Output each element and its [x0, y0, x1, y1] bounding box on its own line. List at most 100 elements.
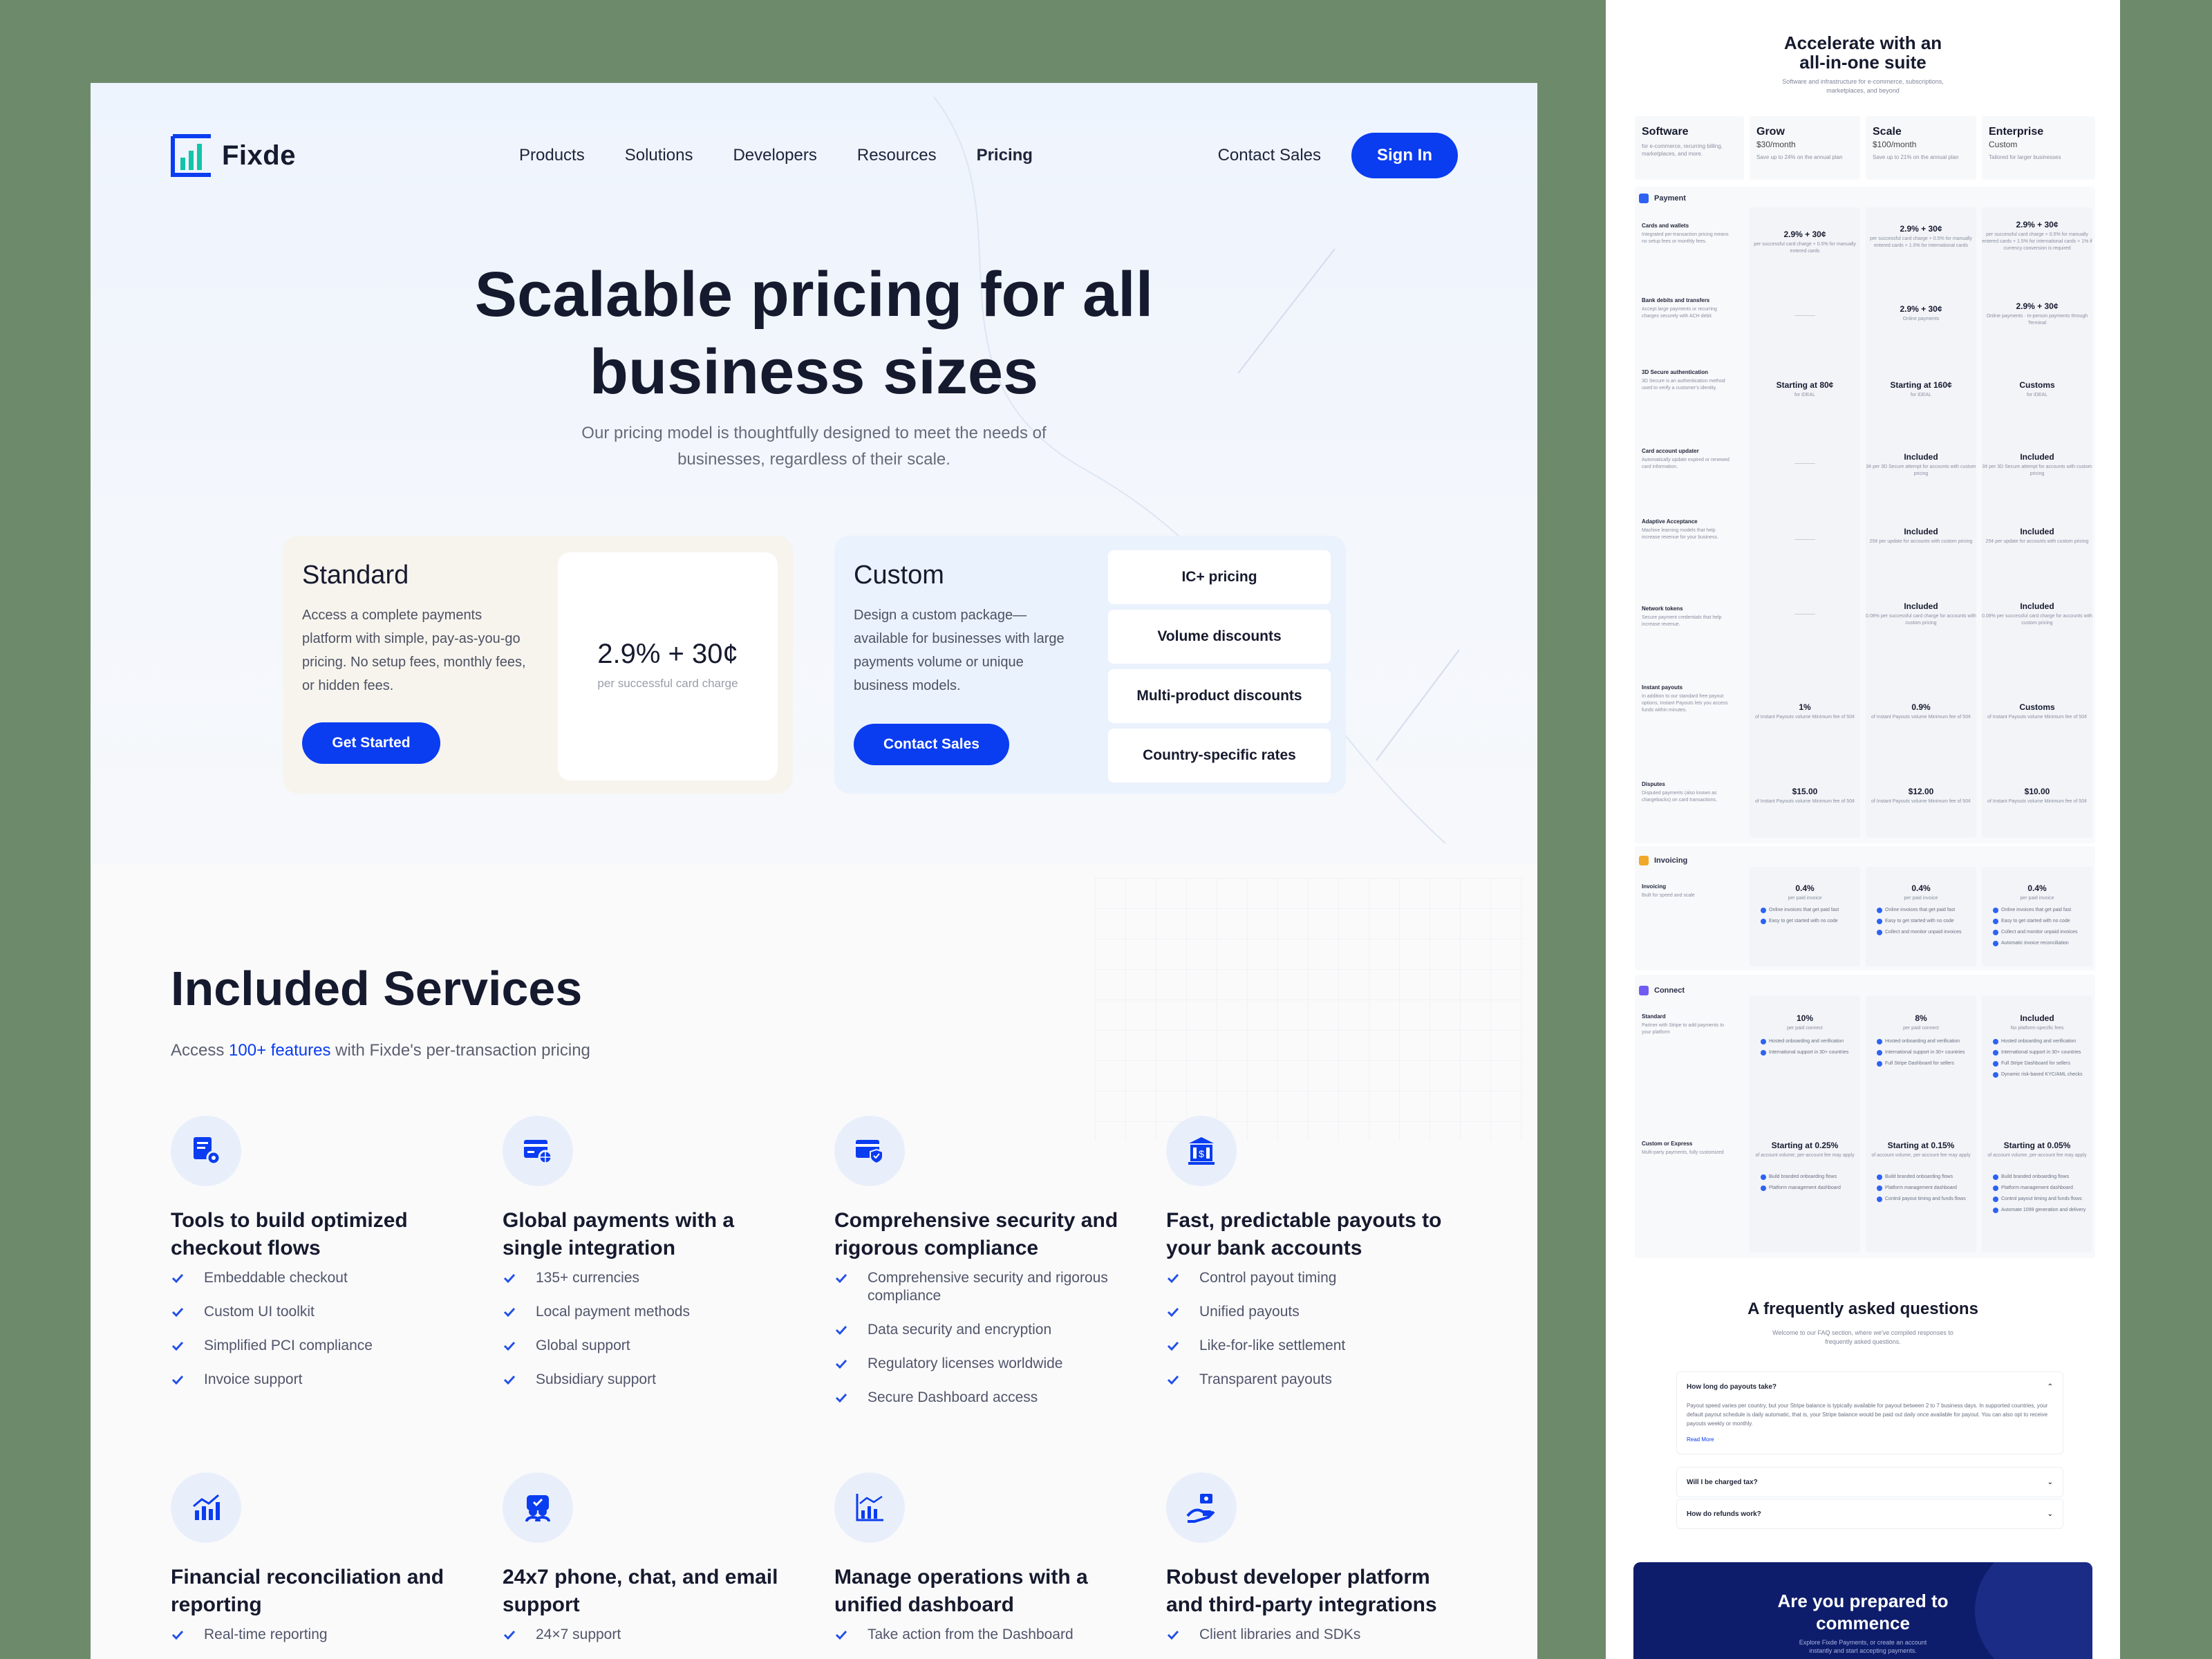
row-desc: Partner with Stripe to add payments to y… — [1642, 1023, 1725, 1035]
row-title: Network tokens — [1642, 606, 1683, 612]
service-payouts: $ Fast, predictable payouts to your bank… — [1166, 1116, 1456, 1405]
check-icon — [503, 1337, 522, 1355]
features-link[interactable]: 100+ features — [229, 1041, 330, 1060]
list-item: Platform management dashboard — [1877, 1185, 1980, 1191]
cell-note: of account volume, per-account fee may a… — [1755, 1153, 1855, 1158]
standard-title: Standard — [302, 561, 409, 590]
connect-standard-enterprise-list: Hosted onboarding and verification Inter… — [1993, 1038, 2097, 1082]
list-item: International support in 30+ countries — [1761, 1049, 1864, 1056]
grow-column — [1750, 995, 1860, 1253]
row-title: Custom or Express — [1642, 1141, 1693, 1147]
feature-item: Embeddable checkout — [171, 1269, 461, 1287]
not-available-dash — [1794, 614, 1815, 615]
cell-note: per paid invoice — [1904, 896, 1938, 901]
feature-item: Subsidiary support — [503, 1371, 793, 1389]
check-icon — [503, 1303, 522, 1321]
feature-item: 24×7 support — [503, 1626, 793, 1644]
check-dot-icon — [1761, 908, 1766, 913]
plan-name: Grow — [1756, 126, 1785, 138]
cell-value: 0.9% of Instant Payouts volume Minimum fe… — [1866, 702, 1976, 721]
get-started-button[interactable]: Get Started — [302, 722, 440, 764]
fixde-logo-icon — [171, 134, 211, 177]
nav-pricing[interactable]: Pricing — [977, 146, 1033, 165]
cell-main: 2.9% + 30¢ — [2016, 301, 2059, 311]
service-title: Robust developer platform and third-part… — [1166, 1566, 1437, 1616]
cell-main: 0.9% — [1911, 702, 1931, 712]
cell-main: Included — [1904, 527, 1938, 536]
feature-label: Real-time reporting — [204, 1627, 328, 1642]
list-label: Platform management dashboard — [2001, 1185, 2073, 1190]
check-icon — [834, 1321, 854, 1339]
list-label: Full Stripe Dashboard for sellers — [1885, 1061, 1954, 1066]
cell-note: per paid invoice — [1788, 896, 1822, 901]
included-services-section: Included Services Access 100+ features w… — [91, 864, 1537, 1659]
nav-products[interactable]: Products — [519, 146, 585, 165]
check-icon — [503, 1626, 522, 1644]
cell-note: for iDEAL — [2027, 393, 2047, 397]
services-lead: Access 100+ features with Fixde's per-tr… — [171, 1041, 590, 1060]
cell-note: of Instant Payouts volume Minimum fee of… — [1987, 715, 2087, 720]
nav-developers[interactable]: Developers — [733, 146, 816, 165]
list-label: Platform management dashboard — [1885, 1185, 1957, 1190]
plan-note: Save up to 24% on the annual plan — [1756, 154, 1843, 160]
brand-logo[interactable]: Fixde — [171, 134, 296, 177]
feature-item: Data security and encryption — [834, 1321, 1125, 1339]
row-desc: Secure payment credentials that help inc… — [1642, 615, 1722, 627]
list-label: Automatic invoice reconciliation — [2001, 941, 2069, 946]
row-label-standard: Standard Partner with Stripe to add payme… — [1642, 1013, 1734, 1036]
faq-question[interactable]: How do refunds work? ⌄ — [1677, 1499, 2063, 1528]
feature-item: Custom UI toolkit — [171, 1303, 461, 1321]
cell-main: Starting at 160¢ — [1890, 380, 1952, 390]
feature-item: Invoice support — [171, 1371, 461, 1389]
connect-icon — [1639, 986, 1649, 995]
cell-value: Customs of Instant Payouts volume Minimum… — [1982, 702, 2092, 721]
brand-name: Fixde — [222, 140, 296, 171]
row-desc: Machine learning models that help increa… — [1642, 528, 1718, 540]
check-icon — [834, 1389, 854, 1407]
check-dot-icon — [1877, 1174, 1882, 1180]
row-label-bank: Bank debits and transfers Accept large pa… — [1642, 297, 1734, 320]
list-label: Build branded onboarding flows — [1769, 1174, 1837, 1179]
cta-banner: Are you prepared to commence Explore Fix… — [1633, 1562, 2092, 1659]
read-more-link[interactable]: Read More — [1687, 1435, 2053, 1444]
faq-item: Will I be charged tax? ⌄ — [1676, 1467, 2063, 1497]
check-dot-icon — [1761, 1185, 1766, 1191]
sign-in-button[interactable]: Sign In — [1351, 133, 1458, 178]
cell-note: 0.08% per successful card charge for acc… — [1982, 614, 2092, 626]
list-label: Collect and monitor unpaid invoices — [1885, 930, 1962, 935]
check-dot-icon — [1877, 908, 1882, 913]
cell-value: Starting at 0.05% of account volume, per-… — [1982, 1141, 2092, 1159]
cell-value: Included 3¢ per 3D Secure attempt for acc… — [1982, 452, 2092, 478]
faq-question[interactable]: Will I be charged tax? ⌄ — [1677, 1468, 2063, 1497]
cell-note: per successful card charge + 0.5% for ma… — [1754, 242, 1856, 254]
services-lead-pre: Access — [171, 1041, 229, 1060]
list-item: Online invoices that get paid fast — [1761, 907, 1864, 913]
list-item: Online invoices that get paid fast — [1877, 907, 1980, 913]
list-item: Easy to get started with no code — [1761, 918, 1864, 924]
service-title: Comprehensive security and rigorous comp… — [834, 1209, 1118, 1259]
section-title: Payment — [1654, 194, 1686, 203]
invoicing-icon — [1639, 856, 1649, 865]
pricing-table-page: Accelerate with an all-in-one suite Soft… — [1606, 0, 2120, 1659]
row-label-network-tokens: Network tokens Secure payment credentials… — [1642, 606, 1734, 628]
standard-price-note: per successful card charge — [597, 677, 738, 690]
faq-answer-text: Payout speed varies per country, but you… — [1687, 1403, 2048, 1427]
cell-main: 8% — [1915, 1013, 1927, 1023]
service-title: Tools to build optimized checkout flows — [171, 1209, 408, 1259]
feature-item: Transparent payouts — [1166, 1371, 1456, 1389]
check-icon — [171, 1371, 190, 1389]
standard-plan-card: Standard Access a complete payments plat… — [283, 536, 793, 794]
contact-sales-link[interactable]: Contact Sales — [1218, 146, 1321, 165]
service-title: Fast, predictable payouts to your bank a… — [1166, 1209, 1442, 1259]
connect-custom-scale-list: Build branded onboarding flows Platform … — [1877, 1174, 1980, 1207]
row-title: Invoicing — [1642, 883, 1667, 890]
option-country-specific-rates: Country-specific rates — [1108, 729, 1331, 782]
nav-solutions[interactable]: Solutions — [625, 146, 693, 165]
plan-name: Scale — [1873, 126, 1902, 138]
cta-title-line2: commence — [1816, 1613, 1910, 1633]
custom-contact-sales-button[interactable]: Contact Sales — [854, 724, 1009, 765]
hero-subtitle: Our pricing model is thoughtfully design… — [91, 420, 1537, 473]
nav-resources[interactable]: Resources — [857, 146, 937, 165]
faq-question[interactable]: How long do payouts take? ⌃ — [1677, 1372, 2063, 1401]
cell-note: 3¢ per 3D Secure attempt for accounts wi… — [1982, 465, 2092, 476]
